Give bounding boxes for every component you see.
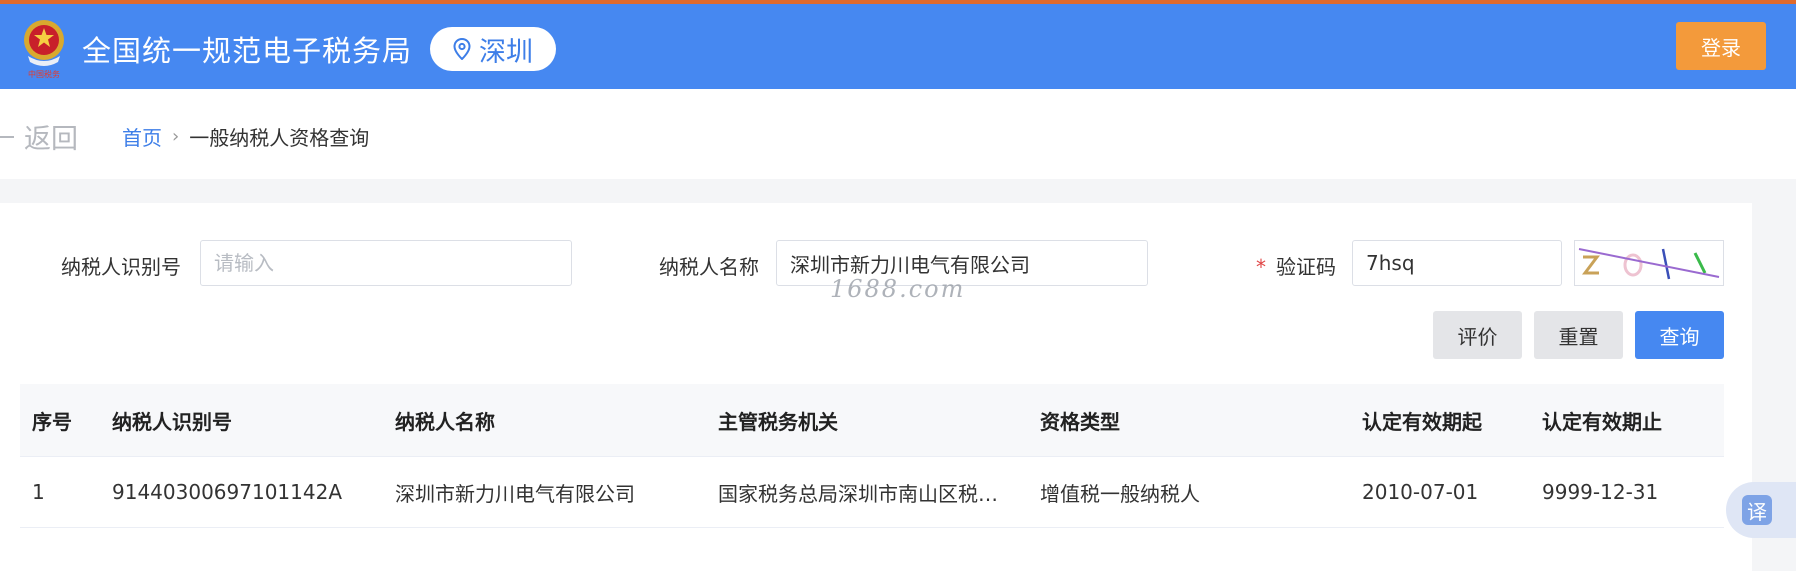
site-title: 全国统一规范电子税务局 (82, 34, 413, 68)
query-button[interactable]: 查询 (1635, 311, 1724, 359)
back-button[interactable]: 返回 (0, 117, 78, 156)
cell-valid-from: 2010-07-01 (1362, 480, 1479, 504)
breadcrumb-bar: 返回 首页 › 一般纳税人资格查询 (0, 89, 1796, 179)
reset-button[interactable]: 重置 (1534, 311, 1623, 359)
city-label: 深圳 (479, 36, 533, 68)
table-row[interactable]: 1 91440300697101142A 深圳市新力川电气有限公司 国家税务总局… (20, 456, 1724, 528)
breadcrumb-current: 一般纳税人资格查询 (189, 126, 370, 150)
breadcrumb-home-link[interactable]: 首页 (122, 122, 162, 151)
header-valid-to: 认定有效期止 (1542, 409, 1662, 434)
chevron-right-icon: › (172, 126, 180, 147)
evaluate-button[interactable]: 评价 (1433, 311, 1522, 359)
cell-qualification-type: 增值税一般纳税人 (1040, 481, 1200, 506)
breadcrumb: 首页 › 一般纳税人资格查询 (122, 122, 369, 151)
cell-valid-to: 9999-12-31 (1542, 480, 1659, 504)
captcha-label: * 验证码 (1256, 251, 1336, 280)
site-header: 中国税务 全国统一规范电子税务局 深圳 登录 (0, 4, 1796, 89)
taxpayer-id-label: 纳税人识别号 (61, 255, 181, 279)
taxpayer-name-label: 纳税人名称 (659, 255, 759, 279)
location-pin-icon (453, 38, 471, 60)
table-header-row: 序号 纳税人识别号 纳税人名称 主管税务机关 资格类型 认定有效期起 认定有效期… (20, 384, 1724, 456)
required-mark: * (1256, 255, 1266, 279)
back-label: 返回 (24, 124, 78, 155)
login-button[interactable]: 登录 (1676, 22, 1766, 70)
captcha-input[interactable] (1352, 240, 1562, 286)
header-valid-from: 认定有效期起 (1362, 409, 1482, 434)
translate-button[interactable]: 译 (1726, 482, 1796, 538)
header-taxpayer-id: 纳税人识别号 (112, 409, 232, 434)
header-tax-authority: 主管税务机关 (718, 409, 838, 434)
tax-emblem-icon: 中国税务 (24, 20, 64, 79)
header-qualification-type: 资格类型 (1040, 409, 1120, 434)
results-table: 序号 纳税人识别号 纳税人名称 主管税务机关 资格类型 认定有效期起 认定有效期… (20, 384, 1724, 528)
header-index: 序号 (32, 409, 72, 434)
watermark-text: 1688.com (830, 275, 966, 303)
cell-taxpayer-name: 深圳市新力川电气有限公司 (395, 481, 635, 506)
taxpayer-id-input[interactable] (200, 240, 572, 286)
cell-tax-authority: 国家税务总局深圳市南山区税… (718, 481, 998, 506)
cell-index: 1 (32, 480, 45, 504)
translate-icon: 译 (1742, 495, 1772, 525)
captcha-graphic (1578, 248, 1720, 280)
emblem-caption: 中国税务 (28, 69, 60, 79)
header-taxpayer-name: 纳税人名称 (395, 409, 495, 434)
captcha-label-text: 验证码 (1276, 255, 1336, 279)
captcha-image[interactable] (1574, 240, 1724, 286)
city-selector[interactable]: 深圳 (430, 27, 556, 71)
back-arrow-icon (0, 135, 14, 138)
cell-taxpayer-id: 91440300697101142A (112, 480, 342, 504)
